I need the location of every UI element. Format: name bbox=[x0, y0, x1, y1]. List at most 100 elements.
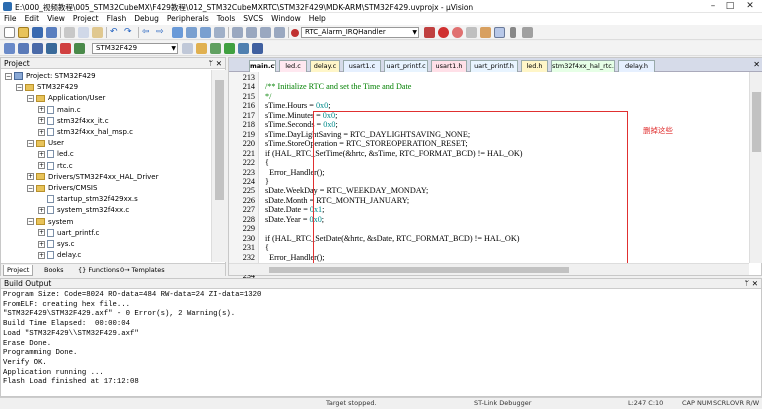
editor-tab[interactable]: uart_printf.h bbox=[470, 60, 518, 72]
build-icon[interactable] bbox=[18, 43, 29, 54]
settings-gear-icon[interactable] bbox=[522, 27, 533, 38]
editor-tab[interactable]: usart1.c bbox=[343, 60, 381, 72]
tree-expander-icon[interactable]: + bbox=[38, 106, 45, 114]
editor-horizontal-scrollbar[interactable] bbox=[229, 263, 749, 275]
pin-icon[interactable]: ᛘ bbox=[209, 58, 214, 69]
tree-folder-item[interactable]: − User bbox=[27, 138, 64, 149]
tree-file-item[interactable]: + system_stm32f4xx.c bbox=[38, 205, 129, 216]
tree-folder-item[interactable]: + Drivers/STM32F4xx_HAL_Driver bbox=[27, 172, 158, 183]
bookmark-icon[interactable] bbox=[172, 27, 183, 38]
editor-vertical-scrollbar[interactable] bbox=[749, 72, 762, 263]
editor-gutter[interactable]: 213 214 215 216 217 218 219 220 221 222 223 224 225 2… bbox=[229, 72, 259, 280]
manage-components-icon[interactable] bbox=[210, 43, 221, 54]
unindent-icon[interactable] bbox=[246, 27, 257, 38]
tab-templates[interactable]: 0→ Templates bbox=[117, 265, 168, 276]
tree-project-item[interactable]: − Project: STM32F429 bbox=[5, 71, 96, 82]
menu-project[interactable]: Project bbox=[69, 13, 103, 25]
menu-help[interactable]: Help bbox=[305, 13, 330, 25]
tree-file-item[interactable]: + stm32f4xx_hal_msp.c bbox=[38, 127, 133, 138]
batch-build-icon[interactable] bbox=[46, 43, 57, 54]
copy-icon[interactable] bbox=[78, 27, 89, 38]
editor-tab[interactable]: usart1.h bbox=[431, 60, 467, 72]
menu-svcs[interactable]: SVCS bbox=[239, 13, 267, 25]
editor-tab[interactable]: led.c bbox=[279, 60, 307, 72]
paste-icon[interactable] bbox=[92, 27, 103, 38]
editor-tab[interactable]: led.h bbox=[521, 60, 548, 72]
code-line[interactable]: */ bbox=[265, 92, 271, 102]
tree-folder-item[interactable]: − Drivers/CMSIS bbox=[27, 183, 97, 194]
maximize-icon[interactable]: □ bbox=[723, 1, 737, 12]
tree-file-item[interactable]: + rtc.c bbox=[38, 161, 73, 172]
layout-dropdown-icon[interactable] bbox=[510, 27, 516, 38]
build-close-icon[interactable]: ✕ bbox=[752, 279, 758, 289]
save-icon[interactable] bbox=[32, 27, 43, 38]
close-icon[interactable]: ✕ bbox=[743, 1, 757, 12]
tree-expander-icon[interactable]: − bbox=[27, 218, 34, 226]
tree-expander-icon[interactable]: + bbox=[38, 117, 45, 125]
code-area[interactable]: /** Initialize RTC and set the Time and … bbox=[259, 72, 749, 263]
code-line[interactable]: /** Initialize RTC and set the Time and … bbox=[265, 82, 411, 92]
tab-project[interactable]: Project bbox=[3, 265, 34, 276]
tab-books[interactable]: Books bbox=[41, 265, 67, 276]
translate-icon[interactable] bbox=[4, 43, 15, 54]
open-folder-icon[interactable] bbox=[18, 27, 29, 38]
menu-file[interactable]: File bbox=[0, 13, 21, 25]
next-bookmark-icon[interactable] bbox=[200, 27, 211, 38]
tree-expander-icon[interactable]: − bbox=[27, 94, 34, 102]
find-icon[interactable] bbox=[291, 29, 299, 37]
clear-bookmarks-icon[interactable] bbox=[214, 27, 225, 38]
panel-close-icon[interactable]: ✕ bbox=[216, 58, 222, 69]
tree-file-item[interactable]: + sys.c bbox=[38, 239, 75, 250]
tools-icon[interactable] bbox=[480, 27, 491, 38]
tree-expander-icon[interactable]: − bbox=[27, 184, 34, 192]
tree-folder-item[interactable]: − STM32F429 bbox=[16, 82, 78, 93]
code-line[interactable]: { bbox=[265, 243, 269, 253]
tree-file-item[interactable]: + delay.c bbox=[38, 250, 81, 261]
tree-file-item[interactable]: + uart_printf.c bbox=[38, 228, 99, 239]
indent-icon[interactable] bbox=[232, 27, 243, 38]
editor-tab[interactable]: main.c* bbox=[249, 60, 276, 72]
menu-peripherals[interactable]: Peripherals bbox=[163, 13, 213, 25]
tab-functions[interactable]: {} Functions bbox=[75, 265, 122, 276]
function-combo[interactable]: RTC_Alarm_IRQHandler ▼ bbox=[301, 27, 419, 38]
tree-expander-icon[interactable]: + bbox=[38, 128, 45, 136]
comment-icon[interactable] bbox=[260, 27, 271, 38]
code-line[interactable]: { bbox=[265, 158, 269, 168]
editor-tab[interactable]: stm32f4xx_hal_rtc.h bbox=[551, 60, 615, 72]
cut-icon[interactable] bbox=[64, 27, 75, 38]
nav-forward-icon[interactable]: ⇨ bbox=[156, 27, 167, 38]
uncomment-icon[interactable] bbox=[274, 27, 285, 38]
tree-file-item[interactable]: + stm32f4xx_it.c bbox=[38, 116, 109, 127]
editor-tab[interactable]: uart_printf.c bbox=[384, 60, 428, 72]
nav-back-icon[interactable]: ⇦ bbox=[142, 27, 153, 38]
new-file-icon[interactable] bbox=[4, 27, 15, 38]
tree-expander-icon[interactable]: − bbox=[27, 139, 34, 147]
tree-expander-icon[interactable]: − bbox=[16, 83, 23, 91]
window-layout-icon[interactable] bbox=[494, 27, 505, 38]
code-line[interactable]: sTime.Hours = 0x0; bbox=[265, 101, 331, 111]
tree-file-item[interactable]: + main.c bbox=[38, 105, 81, 116]
file-extensions-icon[interactable] bbox=[196, 43, 207, 54]
tree-expander-icon[interactable]: + bbox=[27, 173, 34, 181]
tree-expander-icon[interactable]: + bbox=[38, 150, 45, 158]
manage-rte-icon[interactable] bbox=[238, 43, 249, 54]
menu-view[interactable]: View bbox=[43, 13, 69, 25]
tree-expander-icon[interactable]: + bbox=[38, 206, 45, 214]
tree-expander-icon[interactable]: + bbox=[38, 162, 45, 170]
menu-window[interactable]: Window bbox=[267, 13, 305, 25]
rebuild-icon[interactable] bbox=[32, 43, 43, 54]
tree-file-item[interactable]: + led.c bbox=[38, 149, 74, 160]
stop-build-icon[interactable] bbox=[60, 43, 71, 54]
editor-close-icon[interactable]: ✕ bbox=[753, 60, 760, 69]
incremental-find-icon[interactable] bbox=[424, 27, 435, 38]
breakpoint-icon[interactable] bbox=[438, 27, 449, 38]
tree-expander-icon[interactable]: + bbox=[38, 251, 45, 259]
menu-tools[interactable]: Tools bbox=[213, 13, 239, 25]
minimize-icon[interactable]: – bbox=[706, 1, 720, 12]
editor-tab[interactable]: delay.c bbox=[310, 60, 340, 72]
project-tree-scrollbar[interactable] bbox=[211, 70, 226, 262]
menu-debug[interactable]: Debug bbox=[130, 13, 163, 25]
debug-session-icon[interactable] bbox=[452, 27, 463, 38]
pack-installer-icon[interactable] bbox=[252, 43, 263, 54]
tree-expander-icon[interactable]: + bbox=[38, 240, 45, 248]
